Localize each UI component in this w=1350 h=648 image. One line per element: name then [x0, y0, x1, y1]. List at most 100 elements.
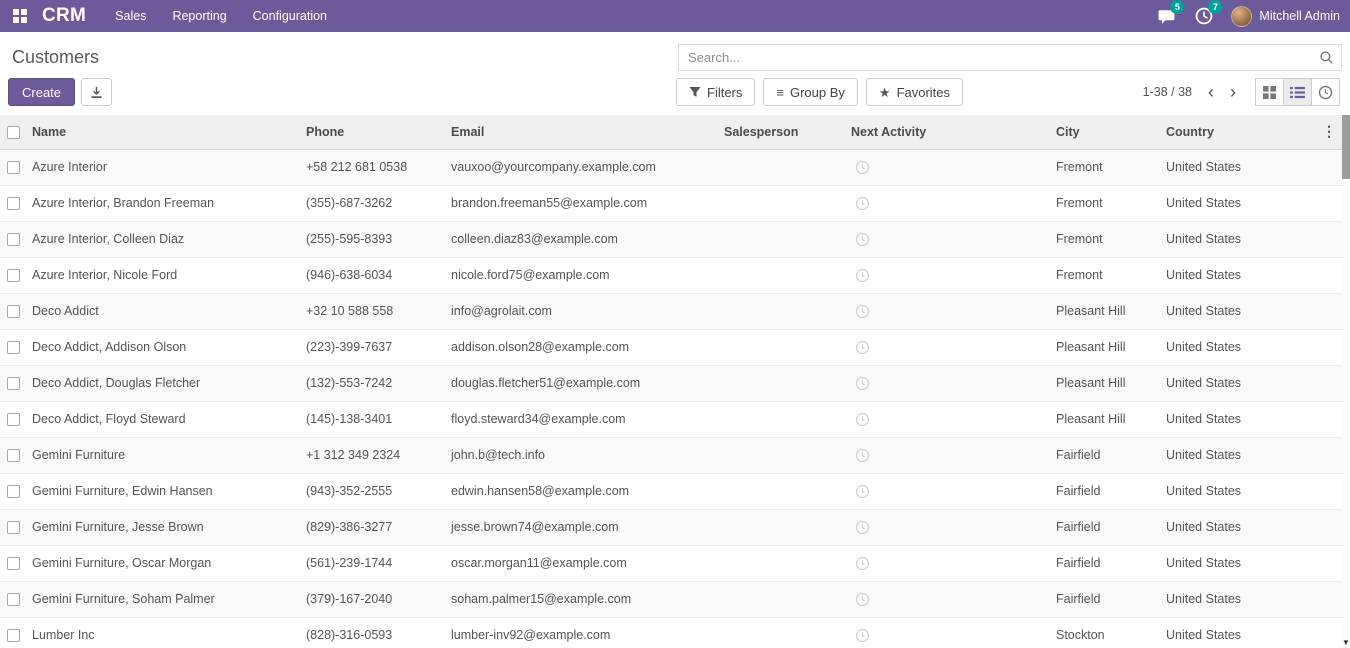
table-row[interactable]: Gemini Furniture, Edwin Hansen (943)-352… [0, 473, 1342, 509]
row-checkbox[interactable] [7, 449, 20, 462]
create-button[interactable]: Create [8, 78, 75, 106]
cell-phone: (828)-316-0593 [300, 617, 445, 648]
no-activity-clock-icon[interactable] [855, 412, 870, 427]
optional-columns-icon[interactable]: ⋮ [1322, 123, 1336, 139]
no-activity-clock-icon[interactable] [855, 556, 870, 571]
table-row[interactable]: Deco Addict +32 10 588 558 info@agrolait… [0, 293, 1342, 329]
column-header-phone[interactable]: Phone [300, 115, 445, 149]
user-menu[interactable]: Mitchell Admin [1231, 6, 1340, 27]
filters-button[interactable]: Filters [676, 78, 755, 106]
cell-country: United States [1160, 401, 1270, 437]
no-activity-clock-icon[interactable] [855, 196, 870, 211]
search-icon[interactable] [1319, 50, 1334, 65]
list-view-button[interactable] [1283, 78, 1312, 106]
column-header-city[interactable]: City [1050, 115, 1160, 149]
row-checkbox[interactable] [7, 521, 20, 534]
no-activity-clock-icon[interactable] [855, 304, 870, 319]
column-header-name[interactable]: Name [26, 115, 300, 149]
cell-next-activity [845, 437, 1050, 473]
table-row[interactable]: Deco Addict, Addison Olson (223)-399-763… [0, 329, 1342, 365]
scroll-down-arrow[interactable]: ▼ [1342, 637, 1350, 648]
export-button[interactable] [81, 78, 112, 106]
cell-phone: +58 212 681 0538 [300, 149, 445, 185]
cell-email: brandon.freeman55@example.com [445, 185, 718, 221]
cell-city: Fremont [1050, 221, 1160, 257]
row-checkbox[interactable] [7, 629, 20, 642]
table-row[interactable]: Azure Interior, Brandon Freeman (355)-68… [0, 185, 1342, 221]
table-row[interactable]: Azure Interior +58 212 681 0538 vauxoo@y… [0, 149, 1342, 185]
table-row[interactable]: Lumber Inc (828)-316-0593 lumber-inv92@e… [0, 617, 1342, 648]
cell-filler [1270, 257, 1342, 293]
table-row[interactable]: Azure Interior, Nicole Ford (946)-638-60… [0, 257, 1342, 293]
row-checkbox[interactable] [7, 269, 20, 282]
cell-next-activity [845, 149, 1050, 185]
row-checkbox[interactable] [7, 413, 20, 426]
table-row[interactable]: Azure Interior, Colleen Diaz (255)-595-8… [0, 221, 1342, 257]
pager-previous-button[interactable]: ‹ [1200, 79, 1222, 105]
table-row[interactable]: Deco Addict, Douglas Fletcher (132)-553-… [0, 365, 1342, 401]
select-all-checkbox[interactable] [7, 126, 20, 139]
cell-filler [1270, 581, 1342, 617]
no-activity-clock-icon[interactable] [855, 160, 870, 175]
cell-email: addison.olson28@example.com [445, 329, 718, 365]
column-header-salesperson[interactable]: Salesperson [718, 115, 845, 149]
row-checkbox[interactable] [7, 485, 20, 498]
table-row[interactable]: Gemini Furniture +1 312 349 2324 john.b@… [0, 437, 1342, 473]
apps-menu-icon[interactable] [8, 4, 32, 28]
menu-reporting[interactable]: Reporting [159, 0, 239, 32]
cell-city: Stockton [1050, 617, 1160, 648]
cell-email: colleen.diaz83@example.com [445, 221, 718, 257]
no-activity-clock-icon[interactable] [855, 628, 870, 643]
row-checkbox[interactable] [7, 341, 20, 354]
no-activity-clock-icon[interactable] [855, 376, 870, 391]
cell-email: oscar.morgan11@example.com [445, 545, 718, 581]
search-input[interactable] [688, 50, 1319, 65]
no-activity-clock-icon[interactable] [855, 484, 870, 499]
vertical-scrollbar[interactable]: ▼ [1342, 115, 1350, 648]
no-activity-clock-icon[interactable] [855, 520, 870, 535]
row-checkbox[interactable] [7, 305, 20, 318]
row-checkbox[interactable] [7, 377, 20, 390]
cell-phone: (943)-352-2555 [300, 473, 445, 509]
favorites-button[interactable]: ★ Favorites [866, 78, 963, 106]
no-activity-clock-icon[interactable] [855, 232, 870, 247]
cell-phone: +1 312 349 2324 [300, 437, 445, 473]
search-option-buttons: Filters ≡ Group By ★ Favorites [676, 78, 963, 106]
row-checkbox[interactable] [7, 557, 20, 570]
row-checkbox[interactable] [7, 161, 20, 174]
cell-next-activity [845, 545, 1050, 581]
no-activity-clock-icon[interactable] [855, 448, 870, 463]
menu-sales[interactable]: Sales [102, 0, 159, 32]
no-activity-clock-icon[interactable] [855, 268, 870, 283]
menu-configuration[interactable]: Configuration [240, 0, 340, 32]
table-row[interactable]: Deco Addict, Floyd Steward (145)-138-340… [0, 401, 1342, 437]
column-header-next-activity[interactable]: Next Activity [845, 115, 1050, 149]
table-row[interactable]: Gemini Furniture, Jesse Brown (829)-386-… [0, 509, 1342, 545]
row-checkbox[interactable] [7, 593, 20, 606]
no-activity-clock-icon[interactable] [855, 340, 870, 355]
column-header-country[interactable]: Country [1160, 115, 1270, 149]
pager-next-button[interactable]: › [1222, 79, 1244, 105]
cell-next-activity [845, 365, 1050, 401]
cell-email: soham.palmer15@example.com [445, 581, 718, 617]
group-by-button[interactable]: ≡ Group By [763, 78, 858, 106]
cell-country: United States [1160, 329, 1270, 365]
kanban-view-button[interactable] [1255, 78, 1284, 106]
app-name[interactable]: CRM [42, 5, 86, 27]
messages-icon[interactable]: 5 [1155, 5, 1177, 27]
row-checkbox[interactable] [7, 233, 20, 246]
table-row[interactable]: Gemini Furniture, Soham Palmer (379)-167… [0, 581, 1342, 617]
no-activity-clock-icon[interactable] [855, 592, 870, 607]
row-checkbox[interactable] [7, 197, 20, 210]
activity-view-button[interactable] [1311, 78, 1340, 106]
activity-clock-icon [1318, 85, 1333, 100]
cell-salesperson [718, 221, 845, 257]
scrollbar-thumb[interactable] [1342, 115, 1350, 179]
column-header-email[interactable]: Email [445, 115, 718, 149]
cell-salesperson [718, 365, 845, 401]
cell-phone: (829)-386-3277 [300, 509, 445, 545]
activities-icon[interactable]: 7 [1193, 5, 1215, 27]
cell-city: Pleasant Hill [1050, 365, 1160, 401]
table-row[interactable]: Gemini Furniture, Oscar Morgan (561)-239… [0, 545, 1342, 581]
cell-salesperson [718, 401, 845, 437]
